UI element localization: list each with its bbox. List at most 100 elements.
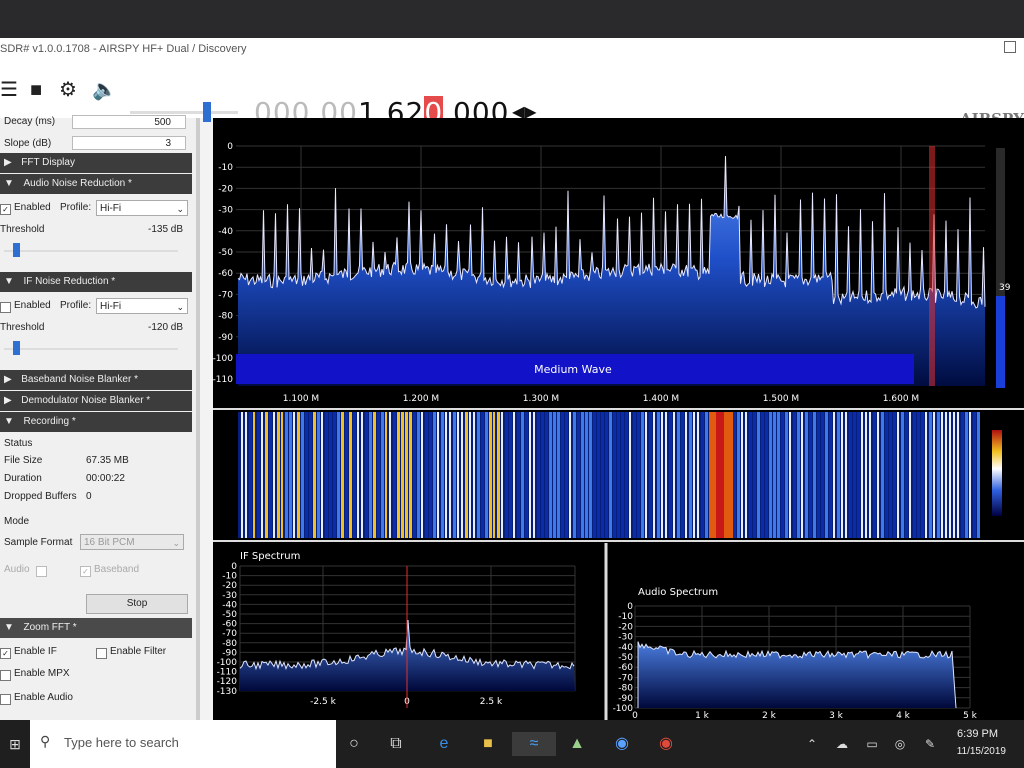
clock-date[interactable]: 11/15/2019 [957,746,1006,757]
ifnr-threshold-thumb[interactable] [12,341,20,355]
anr-threshold-slider[interactable] [4,250,178,252]
menu-icon[interactable]: ☰ [0,80,18,100]
chevron-down-icon: ⌄ [172,538,180,548]
waterfall-line [405,412,408,538]
waterfall-line [581,412,584,538]
audio-y-tick: -80 [618,684,633,694]
enable-mpx-checkbox[interactable] [0,670,11,681]
gear-icon[interactable]: ⚙ [59,80,77,100]
task-view-icon[interactable]: ⧉ [384,732,408,756]
waterfall-line [321,412,323,538]
cloud-icon[interactable]: ☁ [830,732,854,756]
waterfall-line [933,412,935,538]
fft-display-title: FFT Display [21,157,75,168]
demod-nb-header[interactable]: ▶ Demodulator Noise Blanker * [0,391,192,411]
sample-format-label: Sample Format [4,537,73,548]
stop-button[interactable]: Stop [86,594,188,614]
anr-threshold-thumb[interactable] [12,243,20,257]
waterfall-line [913,412,916,538]
if-y-tick: -120 [217,677,238,687]
anr-enabled-checkbox[interactable]: ✓ [0,204,11,215]
waterfall-line [541,412,544,538]
stop-icon[interactable]: ■ [30,80,42,100]
baseband-nb-header[interactable]: ▶ Baseband Noise Blanker * [0,370,192,390]
globe-icon[interactable]: ◉ [610,732,634,756]
waterfall-line [949,412,951,538]
audio-x-tick: 4 k [896,711,911,720]
waterfall-line [677,412,680,538]
vfo-cursor[interactable] [929,146,935,386]
waterfall-line [869,412,871,538]
waterfall-line [685,412,687,538]
chevron-up-icon[interactable]: ⌃ [800,732,824,756]
waterfall-line [329,412,332,538]
waterfall-line [377,412,380,538]
enable-audio-checkbox[interactable] [0,694,11,705]
baseband-nb-title: Baseband Noise Blanker * [21,374,138,385]
edge-icon[interactable]: e [432,732,456,756]
waterfall-line [977,412,980,538]
audio-x-tick: 5 k [963,711,978,720]
if-y-tick: -70 [222,629,237,639]
anr-header[interactable]: ▼ Audio Noise Reduction * [0,174,192,194]
if-x-tick: -2.5 k [310,697,336,707]
anr-profile-select[interactable]: Hi-Fi ⌄ [96,200,188,216]
ifnr-profile-select[interactable]: Hi-Fi ⌄ [96,298,188,314]
waterfall-line [353,412,356,538]
network-icon[interactable]: ◎ [888,732,912,756]
baseband-checkbox[interactable]: ✓ [80,566,91,577]
audio-checkbox[interactable] [36,566,47,577]
if-y-tick: -60 [222,620,237,630]
waterfall-line [501,412,503,538]
waterfall-line [881,412,884,538]
main-y-tick: 0 [227,142,233,152]
cortana-icon[interactable]: ○ [342,732,366,756]
clock-time[interactable]: 6:39 PM [957,728,998,740]
waterfall-line [749,412,752,538]
sample-format-select[interactable]: 16 Bit PCM ⌄ [80,534,184,550]
waterfall-line [273,412,275,538]
enable-filter-checkbox[interactable] [96,648,107,659]
gain-value: 39 [999,283,1011,293]
file-explorer-icon[interactable]: ■ [476,732,500,756]
ifnr-threshold-slider[interactable] [4,348,178,350]
volume-slider[interactable] [130,111,238,114]
decay-input[interactable]: 500 [72,115,186,129]
waterfall-line [557,412,560,538]
band-label: Medium Wave [534,363,612,376]
app-icon[interactable]: ▲ [565,732,589,756]
maximize-icon[interactable] [1004,41,1016,53]
enable-mpx-label: Enable MPX [14,668,70,679]
spectrum-displays[interactable]: 0 -10 -20 -30 -40 -50 -60 -70 -80 -90 -1… [213,118,1024,720]
ifnr-header[interactable]: ▼ IF Noise Reduction * [0,272,192,292]
sdr-sharp-taskbar-icon[interactable]: ≈ [512,732,556,756]
pen-icon[interactable]: ✎ [918,732,942,756]
enable-if-checkbox[interactable]: ✓ [0,648,11,659]
screen-bezel [0,0,1024,38]
if-y-tick: -20 [222,581,237,591]
taskbar-search[interactable]: ⚲ Type here to search [30,720,336,768]
waterfall-line [773,412,776,538]
waterfall-line [737,412,740,538]
volume-slider-thumb[interactable] [203,102,211,122]
speaker-icon[interactable]: 🔈 [92,80,117,100]
windows-start-icon[interactable]: ⊞ [3,732,27,756]
battery-icon[interactable]: ▭ [860,732,884,756]
slope-input[interactable]: 3 [72,136,186,150]
sidebar-scrollbar[interactable] [196,118,200,720]
waterfall-line [533,412,535,538]
anr-profile-label: Profile: [60,202,92,213]
zoom-fft-header[interactable]: ▼ Zoom FFT * [0,618,192,638]
fft-display-header[interactable]: ▶ FFT Display [0,153,192,173]
main-y-tick: -80 [218,312,233,322]
chrome-icon[interactable]: ◉ [654,732,678,756]
waterfall-line [885,412,888,538]
waterfall-line [757,412,760,538]
waterfall-line [437,412,439,538]
recording-header[interactable]: ▼ Recording * [0,412,192,432]
ifnr-enabled-checkbox[interactable] [0,302,11,313]
search-placeholder: Type here to search [64,735,179,750]
waterfall-line [401,412,404,538]
waterfall-line [429,412,432,538]
waterfall-line [469,412,471,538]
